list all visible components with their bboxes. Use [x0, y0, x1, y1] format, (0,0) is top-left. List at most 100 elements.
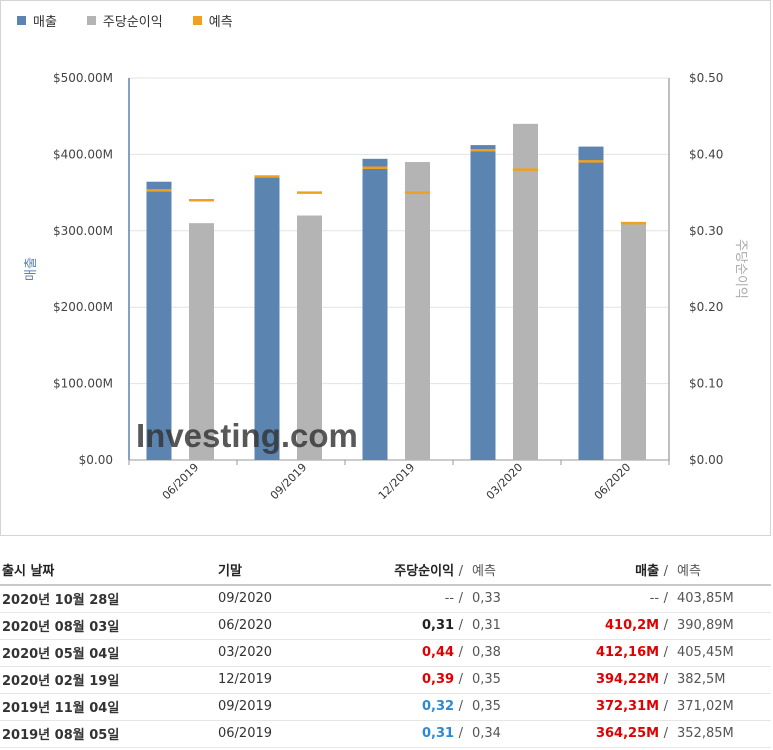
header-period[interactable]: 기말 — [218, 555, 358, 586]
header-revenue-forecast-label: 예측 — [677, 564, 701, 579]
revenue-sep: / — [663, 645, 668, 660]
cell-revenue: 410,2M / — [586, 612, 671, 640]
x-tick-label: 12/2019 — [376, 461, 418, 503]
cell-release-date: 2020년 10월 28일 — [0, 585, 218, 613]
y-tick-label-left: $200.00M — [53, 300, 113, 314]
revenue-actual: 394,22M — [595, 672, 660, 687]
cell-revenue-forecast: 382,5M — [671, 666, 771, 694]
y-tick-label-left: $400.00M — [53, 147, 113, 161]
header-revenue[interactable]: 매출 / — [586, 555, 671, 586]
revenue-actual: -- — [649, 591, 660, 607]
cell-period: 12/2019 — [218, 666, 358, 694]
x-tick-label: 06/2020 — [592, 461, 634, 503]
table-row: 2019년 08월 05일 06/2019 0,31 /0,34 364,25M /3… — [0, 720, 771, 748]
revenue-actual: 412,16M — [595, 645, 660, 660]
revenue-sep: / — [663, 618, 668, 633]
cell-period: 03/2020 — [218, 639, 358, 667]
eps-forecast: 0,35 — [472, 672, 501, 687]
cell-eps-forecast: 0,35 — [466, 666, 586, 694]
cell-period: 09/2019 — [218, 693, 358, 721]
eps-sep: / — [458, 699, 463, 714]
cell-revenue-forecast: 352,85M — [671, 720, 771, 748]
cell-revenue: 364,25M / — [586, 720, 671, 748]
eps-forecast: 0,38 — [472, 645, 501, 660]
revenue-actual: 410,2M — [605, 618, 660, 633]
header-eps-forecast-label: 예측 — [472, 564, 496, 579]
revenue-bar[interactable] — [578, 146, 604, 461]
revenue-bar[interactable] — [470, 145, 496, 461]
cell-eps-forecast: 0,33 — [466, 585, 586, 613]
y-tick-label-left: $100.00M — [53, 377, 113, 391]
eps-bar[interactable] — [513, 123, 538, 460]
cell-revenue: 412,16M / — [586, 639, 671, 667]
header-eps-sep: / — [458, 564, 463, 579]
cell-revenue: 372,31M / — [586, 693, 671, 721]
cell-eps-forecast: 0,35 — [466, 693, 586, 721]
cell-release-date: 2020년 02월 19일 — [0, 666, 218, 694]
table-row: 2020년 02월 19일 12/2019 0,39 / 0,35 394,22M /3… — [0, 666, 771, 694]
header-release-date[interactable]: 출시 날짜 — [0, 555, 218, 586]
cell-eps: 0,31 / — [358, 612, 466, 640]
y-tick-label-right: $0.50 — [689, 71, 723, 85]
revenue-actual: 364,25M — [595, 726, 660, 741]
y-tick-label-left: $300.00M — [53, 224, 113, 238]
table-header-row: 출시 날짜 기말 주당순이익 / 예측 매출 / 예측 — [0, 555, 771, 586]
eps-actual: 0,31 — [422, 618, 455, 633]
eps-forecast: 0,34 — [472, 726, 501, 741]
eps-actual: 0,44 — [422, 645, 455, 660]
cell-revenue: -- / — [586, 585, 671, 613]
cell-eps-forecast: 0,31 — [466, 612, 586, 640]
y-axis-title-right: 주당순이익 — [733, 239, 748, 299]
cell-eps: 0,44 / — [358, 639, 466, 667]
revenue-sep: / — [663, 672, 668, 687]
earnings-table: 출시 날짜 기말 주당순이익 / 예측 매출 / 예측 2020년 10월 28… — [0, 555, 771, 748]
eps-forecast: 0,35 — [472, 699, 501, 714]
eps-bar[interactable] — [621, 223, 646, 460]
cell-eps: 0,39 / — [358, 666, 466, 694]
cell-eps-forecast: 0,34 — [466, 720, 586, 748]
cell-release-date: 2019년 08월 05일 — [0, 720, 218, 748]
header-eps-forecast: 예측 — [466, 555, 586, 586]
eps-bar[interactable] — [405, 162, 430, 461]
revenue-actual: 372,31M — [595, 699, 660, 714]
chart-plot: $0.00 $0.00 $100.00M $0.10 $200.00M $0.20 $300… — [24, 71, 748, 503]
table-row: 2020년 08월 03일 06/2020 0,31 /0,31 410,2M /39… — [0, 612, 771, 640]
cell-release-date: 2020년 08월 03일 — [0, 612, 218, 640]
revenue-sep: / — [663, 591, 668, 607]
y-tick-label-right: $0.40 — [689, 147, 723, 161]
y-tick-label-left: $0.00 — [79, 453, 113, 467]
revenue-forecast: 390,89M — [677, 618, 734, 633]
header-revenue-sep: / — [663, 564, 668, 579]
cell-eps: 0,32 / — [358, 693, 466, 721]
cell-revenue: 394,22M / — [586, 666, 671, 694]
cell-eps: 0,31 / — [358, 720, 466, 748]
y-tick-label-right: $0.00 — [689, 453, 723, 467]
revenue-forecast: 403,85M — [677, 591, 734, 607]
cell-revenue-forecast: 403,85M — [671, 585, 771, 613]
x-tick-label: 06/2019 — [160, 461, 202, 503]
revenue-forecast: 405,45M — [677, 645, 734, 660]
eps-sep: / — [458, 618, 463, 633]
revenue-forecast: 352,85M — [677, 726, 734, 741]
eps-sep: / — [458, 591, 463, 607]
revenue-bar[interactable] — [362, 158, 388, 460]
table-row: 2020년 05월 04일 03/2020 0,44 /0,38 412,16M /4… — [0, 639, 771, 667]
cell-release-date: 2020년 05월 04일 — [0, 639, 218, 667]
cell-revenue-forecast: 390,89M — [671, 612, 771, 640]
eps-actual: -- — [444, 591, 455, 607]
cell-revenue-forecast: 371,02M — [671, 693, 771, 721]
cell-revenue-forecast: 405,45M — [671, 639, 771, 667]
cell-eps-forecast: 0,38 — [466, 639, 586, 667]
cell-period: 06/2020 — [218, 612, 358, 640]
table-row: 2019년 11월 04일 09/2019 0,32 /0,35 372,31M /3… — [0, 693, 771, 721]
header-revenue-label: 매출 — [635, 564, 660, 579]
header-eps-label: 주당순이익 — [394, 564, 455, 579]
header-revenue-forecast: 예측 — [671, 555, 771, 586]
y-tick-label-right: $0.20 — [689, 300, 723, 314]
eps-actual: 0,31 — [422, 726, 455, 741]
eps-sep: / — [458, 645, 463, 660]
header-eps[interactable]: 주당순이익 / — [358, 555, 466, 586]
eps-forecast: 0,33 — [472, 591, 501, 607]
eps-sep: / — [458, 726, 463, 741]
revenue-forecast: 371,02M — [677, 699, 734, 714]
